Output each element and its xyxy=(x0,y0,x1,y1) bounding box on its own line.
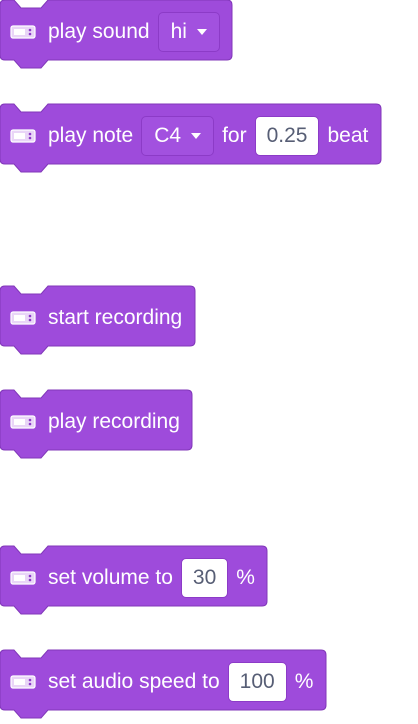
number-input[interactable]: 30 xyxy=(180,558,229,598)
block-label: set audio speed to xyxy=(48,670,220,693)
speaker-board-icon xyxy=(10,571,36,585)
speaker-board-icon xyxy=(10,25,36,39)
block-label: % xyxy=(294,670,314,693)
blocks-canvas: play sound hi play note C4 for 0.25 beat start … xyxy=(0,0,418,724)
block-label: for xyxy=(222,124,247,147)
block-label: set volume to xyxy=(48,566,173,589)
block-label: play note xyxy=(48,124,134,147)
block-content: play sound hi xyxy=(0,0,228,64)
set-audio-speed-block[interactable]: set audio speed to 100% xyxy=(0,649,327,719)
play-recording-block[interactable]: play recording xyxy=(0,389,193,459)
block-content: play note C4 for 0.25 beat xyxy=(0,104,376,168)
block-content: set audio speed to 100% xyxy=(0,650,321,714)
block-dropdown[interactable]: C4 xyxy=(141,116,215,156)
block-content: set volume to 30% xyxy=(0,546,263,610)
block-label: play sound xyxy=(48,20,150,43)
speaker-board-icon xyxy=(10,129,36,143)
caret-down-icon xyxy=(196,29,207,35)
dropdown-value: hi xyxy=(170,20,187,43)
number-input[interactable]: 100 xyxy=(227,662,287,702)
block-label: start recording xyxy=(48,306,183,329)
block-label: play recording xyxy=(48,410,180,433)
speaker-board-icon xyxy=(10,415,36,429)
play-note-block[interactable]: play note C4 for 0.25 beat xyxy=(0,103,382,173)
block-content: start recording xyxy=(0,286,190,350)
play-sound-block[interactable]: play sound hi xyxy=(0,0,233,69)
block-content: play recording xyxy=(0,390,188,454)
block-label: % xyxy=(236,566,255,589)
speaker-board-icon xyxy=(10,311,36,325)
number-input[interactable]: 0.25 xyxy=(254,116,320,156)
start-recording-block[interactable]: start recording xyxy=(0,285,196,355)
dropdown-value: C4 xyxy=(154,124,182,147)
block-dropdown[interactable]: hi xyxy=(157,12,220,52)
speaker-board-icon xyxy=(10,675,36,689)
caret-down-icon xyxy=(191,133,202,139)
set-volume-block[interactable]: set volume to 30% xyxy=(0,545,268,615)
block-label: beat xyxy=(327,124,369,147)
